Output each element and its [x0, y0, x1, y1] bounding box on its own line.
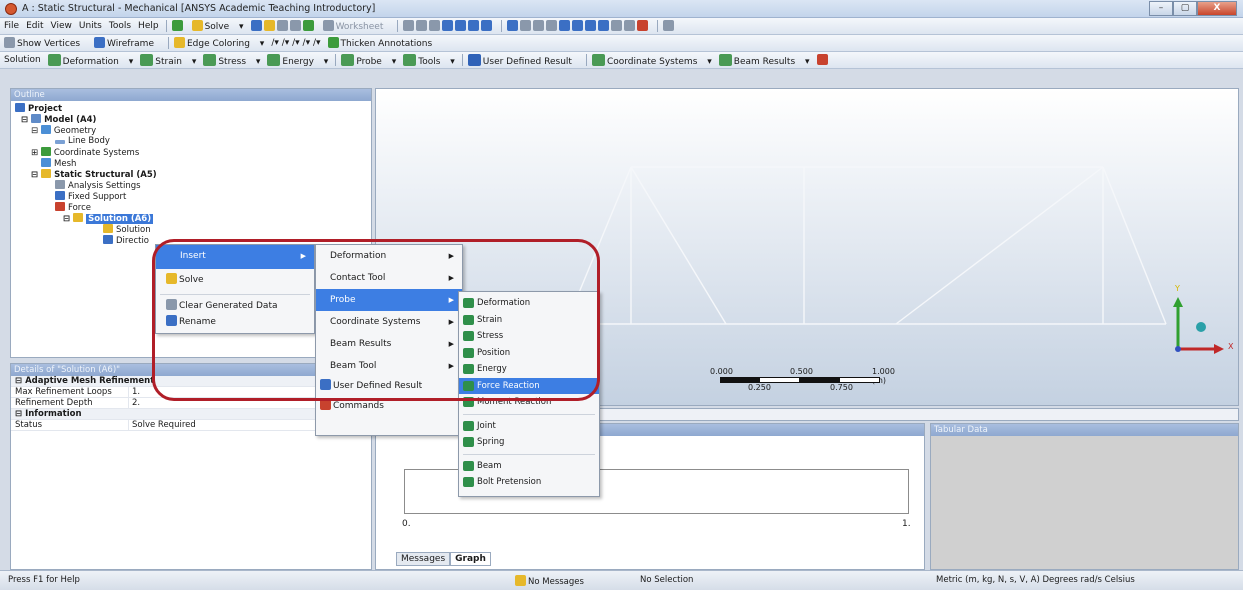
- status-help: Press F1 for Help: [8, 575, 80, 585]
- window-title: A : Static Structural - Mechanical [ANSY…: [22, 3, 376, 14]
- probe-bolt-pretension[interactable]: Bolt Pretension: [459, 474, 599, 491]
- graph-x-end: 1.: [902, 519, 911, 529]
- edge-display-buttons[interactable]: ∕▾ ∕▾ ∕▾ ∕▾ ∕▾: [271, 38, 320, 48]
- status-selection: No Selection: [640, 575, 694, 585]
- graph-x-start: 0.: [402, 519, 411, 529]
- solve-button[interactable]: Solve ▾: [191, 20, 244, 32]
- menu-bar: File Edit View Units Tools Help Solve ▾ …: [0, 18, 1243, 35]
- menu-help[interactable]: Help: [138, 21, 159, 31]
- toolbar-separator: [461, 54, 463, 66]
- menu-separator: [463, 453, 595, 455]
- toolbar-separator: [335, 54, 337, 66]
- tree-node-directional-result[interactable]: Directio: [103, 235, 149, 247]
- worksheet-button[interactable]: Worksheet: [322, 20, 391, 32]
- lightning-icon: [191, 20, 203, 31]
- triad-axes: [1173, 297, 1224, 354]
- worksheet-icon: [322, 20, 334, 31]
- tab-graph[interactable]: Graph: [450, 552, 491, 566]
- coordinate-systems-dropdown[interactable]: Coordinate Systems ▾: [591, 53, 712, 67]
- tools-dropdown[interactable]: Tools ▾: [403, 53, 455, 67]
- edge-coloring-icon: [173, 37, 185, 48]
- menu-edit[interactable]: Edit: [26, 21, 43, 31]
- beam-results-dropdown[interactable]: Beam Results ▾: [718, 53, 810, 67]
- status-units[interactable]: Metric (m, kg, N, s, V, A) Degrees rad/s…: [936, 575, 1135, 585]
- status-messages[interactable]: No Messages: [515, 575, 584, 587]
- solution-context-toolbar: Solution Deformation ▾ Strain ▾ Stress ▾…: [0, 52, 1243, 69]
- probe-dropdown[interactable]: Probe ▾: [341, 53, 396, 67]
- stress-dropdown[interactable]: Stress ▾: [203, 53, 260, 67]
- maximize-button[interactable]: ▢: [1173, 1, 1197, 16]
- toolbar-separator: [585, 54, 587, 66]
- outline-header: Outline: [11, 89, 371, 101]
- highlight-annotation: [152, 239, 600, 401]
- show-vertices-button[interactable]: Show Vertices: [4, 37, 87, 49]
- scale-tick-0: 0.000: [710, 367, 733, 376]
- thicken-annotations-button[interactable]: Thicken Annotations: [327, 37, 440, 49]
- minimize-button[interactable]: –: [1149, 1, 1173, 16]
- graph-tabs: Messages Graph: [396, 552, 491, 566]
- wireframe-icon: [94, 37, 106, 48]
- menu-separator: [463, 413, 595, 415]
- status-bar: Press F1 for Help No Messages No Selecti…: [0, 570, 1243, 590]
- insert-toolbar-icons[interactable]: [250, 20, 316, 32]
- tree-node-line-body[interactable]: Line Body: [55, 136, 110, 147]
- solution-label: Solution: [4, 55, 41, 65]
- axis-label-x: X: [1228, 342, 1234, 351]
- probe-icon: [463, 437, 474, 447]
- thicken-icon: [327, 37, 339, 48]
- scale-tick-500: 0.500: [790, 367, 813, 376]
- tabular-header: Tabular Data: [931, 424, 1238, 436]
- energy-dropdown[interactable]: Energy ▾: [267, 53, 328, 67]
- user-defined-result-button[interactable]: User Defined Result: [467, 53, 579, 67]
- probe-beam[interactable]: Beam: [459, 458, 599, 475]
- commands-icon[interactable]: [816, 54, 830, 66]
- title-bar: A : Static Structural - Mechanical [ANSY…: [0, 0, 1243, 18]
- toolbar-separator: [165, 20, 167, 32]
- axis-label-y: Y: [1175, 284, 1180, 293]
- viewport-layout-icon[interactable]: [663, 20, 676, 32]
- scale-tick-250: 0.250: [748, 383, 771, 392]
- probe-spring[interactable]: Spring: [459, 434, 599, 451]
- toolbar-separator: [397, 20, 399, 32]
- menu-tools[interactable]: Tools: [109, 21, 131, 31]
- deformation-dropdown[interactable]: Deformation ▾: [47, 53, 133, 67]
- wireframe-button[interactable]: Wireframe: [94, 37, 161, 49]
- refresh-icon[interactable]: [171, 20, 185, 32]
- scale-bar: 0.000 0.500 1.000 (m) 0.250 0.750: [710, 367, 895, 392]
- view-tools[interactable]: [507, 20, 650, 32]
- toolbar-separator: [657, 20, 659, 32]
- messages-icon: [515, 575, 526, 586]
- window-controls: – ▢ X: [1149, 1, 1237, 17]
- menu-units[interactable]: Units: [79, 21, 102, 31]
- selection-tools[interactable]: [403, 20, 494, 32]
- tabular-data-pane: Tabular Data: [930, 423, 1239, 570]
- strain-dropdown[interactable]: Strain ▾: [140, 53, 196, 67]
- scale-tick-750: 0.750: [830, 383, 853, 392]
- menu-file[interactable]: File: [4, 21, 19, 31]
- ansys-app-icon: [5, 3, 17, 15]
- toolbar-separator: [501, 20, 503, 32]
- probe-icon: [463, 460, 474, 471]
- edge-coloring-button[interactable]: Edge Coloring ▾: [173, 37, 264, 49]
- vertices-icon: [4, 37, 15, 48]
- probe-icon: [463, 477, 474, 487]
- probe-joint[interactable]: Joint: [459, 418, 599, 435]
- tab-messages[interactable]: Messages: [396, 552, 451, 566]
- menu-view[interactable]: View: [51, 21, 72, 31]
- close-button[interactable]: X: [1197, 1, 1237, 16]
- graphics-toolbar: Show Vertices Wireframe Edge Coloring ▾ …: [0, 35, 1243, 52]
- probe-icon: [463, 420, 474, 431]
- toolbar-separator: [167, 37, 169, 49]
